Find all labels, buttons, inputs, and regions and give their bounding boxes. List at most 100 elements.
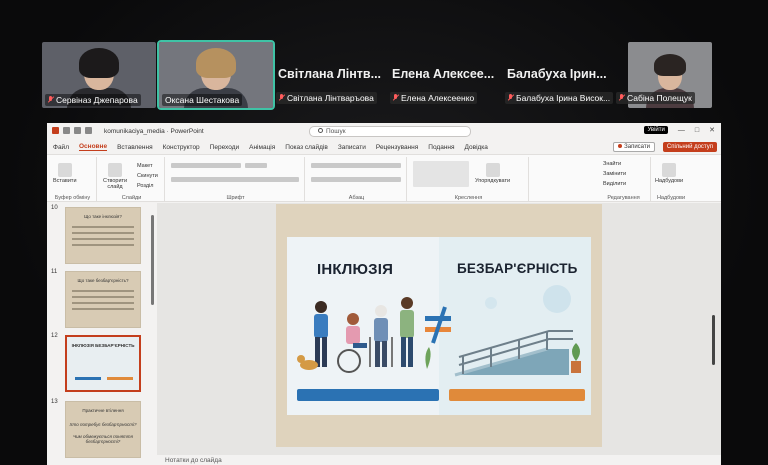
reset-button[interactable]: Скинути	[137, 173, 158, 179]
list-buttons[interactable]	[311, 163, 401, 168]
participant-name: Сабіна Полещук	[616, 92, 695, 104]
group-caption: Шрифт	[226, 195, 245, 201]
thumbnail-title: Що таке інклюзія?	[84, 214, 122, 219]
quick-access-toolbar	[52, 127, 96, 136]
tab-slideshow[interactable]: Показ слайдів	[285, 144, 328, 151]
inclusion-bar	[297, 389, 439, 401]
slide-edit-area: ІНКЛЮЗІЯ БЕЗБАР'ЄРНІСТЬ	[157, 203, 721, 455]
participant-tile-active[interactable]: Оксана Шестакова	[157, 40, 275, 110]
save-icon[interactable]	[63, 127, 70, 134]
alignment-buttons[interactable]	[311, 177, 401, 182]
group-caption: Креслення	[454, 195, 483, 201]
powerpoint-window: komunikaciya_media · PowerPoint Пошук Ув…	[47, 123, 721, 465]
group-slides: Створити слайд Макет Скинути Розділ Слай…	[99, 157, 165, 201]
close-button[interactable]: ✕	[709, 126, 715, 134]
mic-muted-icon	[48, 96, 54, 104]
not-equal-icon	[425, 306, 451, 344]
group-drawing: Упорядкувати Креслення	[409, 157, 529, 201]
participant-name: Елена Алексеенко	[390, 92, 478, 104]
window-controls: Увійти — □ ✕	[644, 126, 715, 134]
tab-design[interactable]: Конструктор	[163, 144, 200, 151]
participant-name: Сервіназ Джепарова	[45, 94, 141, 106]
slide-thumbnail[interactable]: Що таке безбар'єрність?	[65, 271, 141, 328]
mic-muted-icon	[508, 94, 514, 102]
slide-illustration: ІНКЛЮЗІЯ БЕЗБАР'ЄРНІСТЬ	[287, 237, 591, 415]
find-button[interactable]: Знайти	[603, 161, 621, 167]
addins-button[interactable]: Надбудови	[655, 163, 683, 184]
slide-thumbnail[interactable]: Що таке інклюзія?	[65, 207, 141, 264]
participant-name: Оксана Шестакова	[162, 94, 243, 106]
meeting-screen: Сервіназ Джепарова Оксана Шестакова Світ…	[0, 0, 768, 465]
layout-button[interactable]: Макет	[137, 163, 153, 169]
thumbnail-title: Що таке безбар'єрність?	[77, 278, 129, 283]
mic-muted-icon	[279, 94, 285, 102]
mic-muted-icon	[393, 94, 399, 102]
tab-animations[interactable]: Анімація	[249, 144, 275, 151]
font-format-buttons[interactable]	[171, 177, 299, 182]
tab-view[interactable]: Подання	[428, 144, 454, 151]
undo-icon[interactable]	[74, 127, 81, 134]
slide-thumbnail-selected[interactable]: ІНКЛЮЗІЯ БЕЗБАР'ЄРНІСТЬ	[65, 335, 141, 392]
title-bar: komunikaciya_media · PowerPoint Пошук Ув…	[47, 123, 721, 140]
tab-file[interactable]: Файл	[53, 144, 69, 151]
font-size-dropdown[interactable]	[245, 163, 267, 168]
search-icon	[318, 128, 323, 133]
tab-insert[interactable]: Вставлення	[117, 144, 153, 151]
document-title: komunikaciya_media · PowerPoint	[104, 128, 204, 135]
slide-number: 10	[51, 205, 58, 211]
search-box[interactable]: Пошук	[309, 126, 471, 137]
slide-scrollbar[interactable]	[712, 315, 715, 365]
share-button[interactable]: Спільний доступ	[662, 142, 717, 152]
tab-transitions[interactable]: Переходи	[210, 144, 239, 151]
notes-placeholder[interactable]: Нотатки до слайда	[165, 457, 222, 464]
participant-name: Балабуха Ірина Висок...	[505, 92, 614, 104]
section-button[interactable]: Розділ	[137, 183, 153, 189]
thumbnail-title: ІНКЛЮЗІЯ БЕЗБАР'ЄРНІСТЬ	[71, 343, 135, 348]
record-button[interactable]: Записати	[613, 142, 655, 152]
slide-number: 12	[51, 333, 58, 339]
paste-icon	[57, 163, 72, 177]
slide-number: 13	[51, 399, 58, 405]
participant-name: Світлана Лінтваръова	[276, 92, 377, 104]
slide-number: 11	[51, 269, 58, 275]
redo-icon[interactable]	[85, 127, 92, 134]
thumbnail-text: Хто потребує безбар'єрності?	[69, 422, 137, 427]
current-slide[interactable]: ІНКЛЮЗІЯ БЕЗБАР'ЄРНІСТЬ	[276, 204, 602, 447]
thumbnail-title: Практичне втілення	[82, 408, 124, 413]
replace-button[interactable]: Замінити	[603, 171, 626, 177]
select-button[interactable]: Виділити	[603, 181, 626, 187]
minimize-button[interactable]: —	[678, 127, 685, 134]
tab-home[interactable]: Основне	[78, 143, 108, 151]
group-editing: Знайти Замінити Виділити Редагування	[597, 157, 651, 201]
ribbon-tabs: Файл Основне Вставлення Конструктор Пере…	[47, 140, 721, 154]
powerpoint-logo-icon	[52, 127, 59, 134]
accessibility-panel: БЕЗБАР'ЄРНІСТЬ	[439, 237, 591, 415]
participant-initials-name: Світлана Лінтв...	[278, 67, 382, 81]
tab-record[interactable]: Записати	[338, 144, 366, 151]
group-caption: Редагування	[607, 195, 640, 201]
slide-thumbnail[interactable]: Практичне втілення Хто потребує безбар'є…	[65, 401, 141, 458]
tab-review[interactable]: Рецензування	[376, 144, 418, 151]
participant-initials-name: Балабуха Ірин...	[507, 67, 607, 81]
arrange-button[interactable]: Упорядкувати	[475, 163, 510, 184]
group-caption: Буфер обміну	[54, 195, 91, 201]
group-caption: Абзац	[348, 195, 365, 201]
new-slide-icon	[108, 163, 122, 177]
group-paragraph: Абзац	[307, 157, 407, 201]
thumbnail-text: Чим обмежується поняття безбар'єрності?	[73, 434, 133, 444]
accessibility-bar	[449, 389, 585, 401]
sign-in-button[interactable]: Увійти	[644, 126, 668, 134]
participant-initials-name: Елена Алексее...	[392, 67, 495, 81]
thumbnail-scrollbar[interactable]	[151, 215, 154, 305]
group-font: Шрифт	[167, 157, 305, 201]
participant-tile[interactable]: Сервіназ Джепарова	[42, 42, 156, 108]
group-caption: Надбудови	[656, 195, 686, 201]
paste-button[interactable]: Вставити	[53, 163, 77, 184]
maximize-button[interactable]: □	[695, 127, 699, 134]
addins-icon	[662, 163, 677, 177]
new-slide-button[interactable]: Створити слайд	[103, 163, 127, 190]
tab-help[interactable]: Довідка	[465, 144, 488, 151]
ribbon: Вставити Буфер обміну Створити слайд Мак…	[47, 154, 721, 202]
font-name-dropdown[interactable]	[171, 163, 241, 168]
shapes-gallery[interactable]	[413, 161, 469, 187]
